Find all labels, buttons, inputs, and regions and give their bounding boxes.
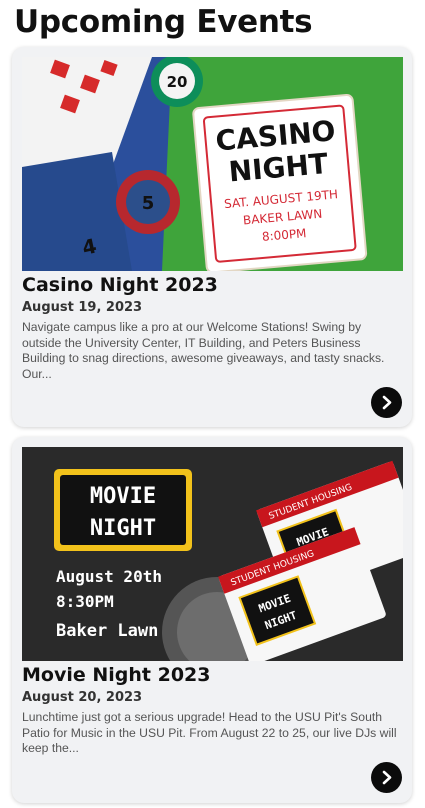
event-card-casino-night[interactable]: 4 20 5 CASINO NIGHT SAT. AUGUST 19TH BAK… (12, 47, 412, 427)
marquee-sign: MOVIE NIGHT (54, 469, 192, 551)
poker-chip-icon: 5 (116, 170, 180, 234)
page-title: Upcoming Events (14, 4, 313, 40)
event-image-casino-night: 4 20 5 CASINO NIGHT SAT. AUGUST 19TH BAK… (22, 57, 403, 271)
event-date: August 19, 2023 (22, 300, 143, 315)
event-description: Lunchtime just got a serious upgrade! He… (22, 710, 397, 755)
event-title: Movie Night 2023 (22, 664, 211, 686)
event-next-button[interactable] (371, 762, 402, 793)
chevron-right-icon (382, 770, 392, 785)
movie-line-1: August 20th (56, 567, 162, 586)
event-next-button[interactable] (371, 387, 402, 418)
chip-value-1: 20 (167, 73, 188, 91)
event-date: August 20, 2023 (22, 690, 143, 705)
movie-line-3: Baker Lawn (56, 621, 158, 641)
event-card-movie-night[interactable]: MOVIE NIGHT August 20th 8:30PM Baker Law… (12, 437, 412, 803)
poker-chip-icon: 20 (151, 57, 203, 107)
marquee-text-2: NIGHT (90, 516, 156, 541)
marquee-text-1: MOVIE (90, 484, 156, 509)
movie-line-2: 8:30PM (56, 592, 114, 611)
event-title: Casino Night 2023 (22, 274, 218, 296)
chevron-right-icon (382, 395, 392, 410)
event-description: Navigate campus like a pro at our Welcom… (22, 320, 385, 381)
event-image-movie-night: MOVIE NIGHT August 20th 8:30PM Baker Law… (22, 447, 403, 661)
chip-value-2: 5 (142, 193, 155, 214)
